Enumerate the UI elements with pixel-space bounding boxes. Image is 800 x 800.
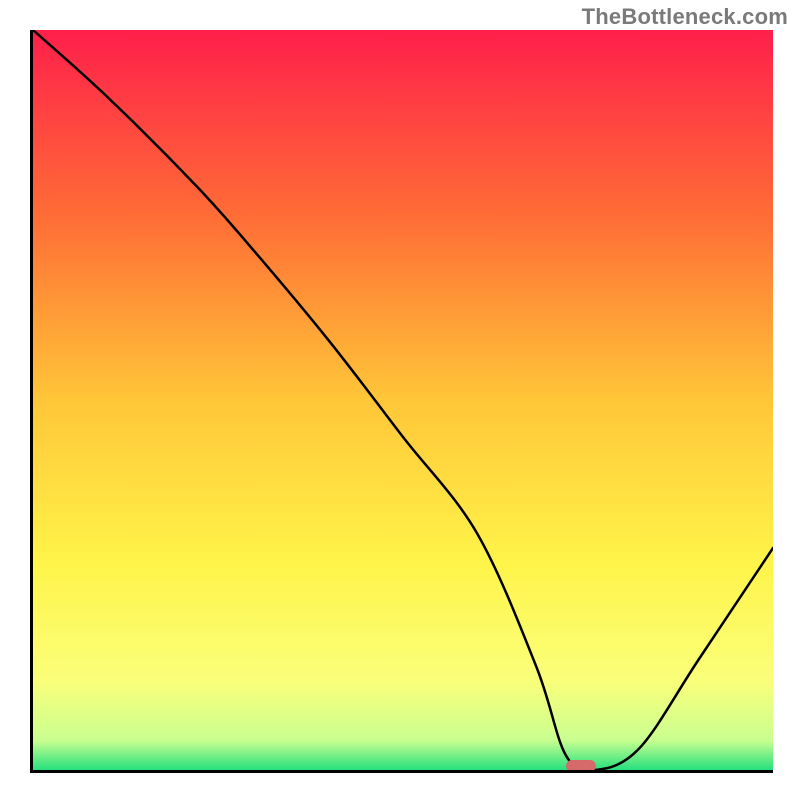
optimal-point-marker: [566, 760, 596, 772]
watermark-text: TheBottleneck.com: [582, 4, 788, 30]
chart-curve: [33, 30, 773, 770]
chart-plot-area: [30, 30, 773, 773]
